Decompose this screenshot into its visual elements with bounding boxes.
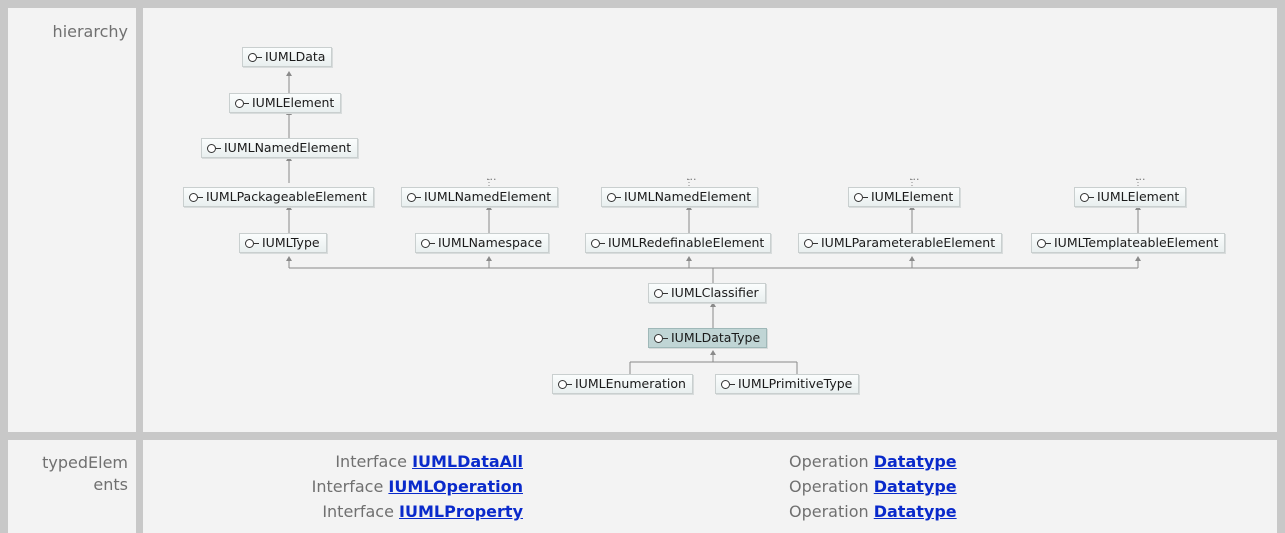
interface-link[interactable]: IUMLDataAll	[412, 452, 523, 471]
operation-link[interactable]: Datatype	[874, 477, 957, 496]
typed-elements-label-line1: typedElem	[42, 453, 128, 472]
interface-icon	[1080, 193, 1089, 202]
node-iumlnamedelement[interactable]: IUMLNamedElement	[201, 138, 359, 158]
typed-operation-row: Operation Datatype	[789, 502, 957, 521]
interface-icon	[248, 53, 257, 62]
node-iumltemplateableelement[interactable]: IUMLTemplateableElement	[1031, 233, 1226, 253]
interface-icon	[1037, 239, 1046, 248]
node-iumlelement-3[interactable]: IUMLElement	[1074, 187, 1187, 207]
node-iumlnamedelement-3[interactable]: IUMLNamedElement	[601, 187, 759, 207]
node-iumlelement-2[interactable]: IUMLElement	[848, 187, 961, 207]
node-iumlprimitivetype[interactable]: IUMLPrimitiveType	[715, 374, 860, 394]
interface-link[interactable]: IUMLOperation	[388, 477, 523, 496]
interface-icon	[245, 239, 254, 248]
operation-link[interactable]: Datatype	[874, 452, 957, 471]
node-iumltype[interactable]: IUMLType	[239, 233, 327, 253]
ellipsis-named-element-3: ...	[686, 170, 697, 183]
typed-operation-row: Operation Datatype	[789, 477, 957, 496]
documentation-table: hierarchy ... ... ... ... IUMLData IUMLE…	[0, 0, 1285, 533]
ellipsis-element-3: ...	[1135, 170, 1146, 183]
interface-icon	[421, 239, 430, 248]
interface-icon	[591, 239, 600, 248]
interface-icon	[607, 193, 616, 202]
typed-operation-row: Operation Datatype	[789, 452, 957, 471]
interface-icon	[207, 144, 216, 153]
interface-icon	[189, 193, 198, 202]
node-iumlredefinableelement[interactable]: IUMLRedefinableElement	[585, 233, 772, 253]
node-iumlelement[interactable]: IUMLElement	[229, 93, 342, 113]
interface-link[interactable]: IUMLProperty	[399, 502, 523, 521]
interface-icon	[854, 193, 863, 202]
interface-icon	[558, 380, 567, 389]
typed-elements-label-line2: ents	[93, 475, 128, 494]
node-iumldatatype-selected[interactable]: IUMLDataType	[648, 328, 768, 348]
node-iumlnamedelement-2[interactable]: IUMLNamedElement	[401, 187, 559, 207]
operation-link[interactable]: Datatype	[874, 502, 957, 521]
node-iumlenumeration[interactable]: IUMLEnumeration	[552, 374, 693, 394]
interface-icon	[721, 380, 730, 389]
typed-element-row: Interface IUMLOperation	[311, 477, 523, 496]
node-iumlnamespace[interactable]: IUMLNamespace	[415, 233, 550, 253]
typed-element-row: Interface IUMLDataAll	[335, 452, 523, 471]
typed-element-row: Interface IUMLProperty	[322, 502, 523, 521]
node-iumlclassifier[interactable]: IUMLClassifier	[648, 283, 766, 303]
ellipsis-element-2: ...	[909, 170, 920, 183]
interface-icon	[654, 334, 663, 343]
interface-icon	[654, 289, 663, 298]
node-iumlparameterableelement[interactable]: IUMLParameterableElement	[798, 233, 1003, 253]
interface-icon	[235, 99, 244, 108]
node-iumlpackageableelement[interactable]: IUMLPackageableElement	[183, 187, 374, 207]
interface-icon	[407, 193, 416, 202]
ellipsis-named-element-2: ...	[486, 170, 497, 183]
typed-elements-label-cell: typedElem ents	[8, 440, 136, 533]
interface-icon	[804, 239, 813, 248]
node-iumldata[interactable]: IUMLData	[242, 47, 333, 67]
